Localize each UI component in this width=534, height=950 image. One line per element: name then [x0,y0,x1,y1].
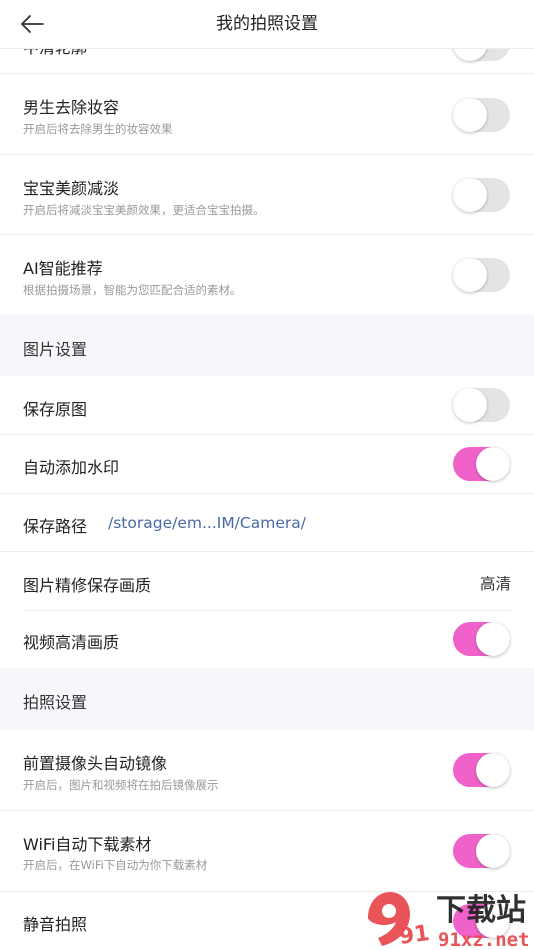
male-makeup-toggle[interactable] [453,98,510,132]
setting-title: 前置摄像头自动镜像 [23,754,168,773]
wifi-download-toggle[interactable] [453,834,510,868]
toggle-knob [453,178,487,212]
setting-title: 静音拍照 [23,915,88,934]
toggle-knob [476,447,510,481]
setting-subtitle: 根据拍摄场景，智能为您匹配合适的素材。 [23,283,242,297]
save-original-toggle[interactable] [453,388,510,422]
setting-title: WiFi自动下载素材 [23,835,152,854]
setting-title: 保存原图 [23,400,88,419]
setting-row-silent-photo[interactable]: 静音拍照 [0,892,534,950]
setting-row-ai-recommend[interactable]: AI智能推荐 根据拍摄场景，智能为您匹配合适的素材。 [0,235,534,315]
baby-beauty-toggle[interactable] [453,178,510,212]
setting-row-save-original[interactable]: 保存原图 [0,376,534,434]
setting-row-auto-watermark[interactable]: 自动添加水印 [0,435,534,493]
setting-row-save-path[interactable]: 保存路径 /storage/em...IM/Camera/ [0,494,534,551]
setting-title: AI智能推荐 [23,259,103,278]
retouch-quality-value[interactable]: 高清 [480,572,511,594]
setting-row-video-hd[interactable]: 视频高清画质 [0,611,534,668]
setting-row-wifi-download[interactable]: WiFi自动下载素材 开启后，在WiFi下自动为你下载素材 [0,811,534,891]
section-title: 图片设置 [23,340,88,359]
save-path-link[interactable]: /storage/em...IM/Camera/ [108,514,306,532]
setting-subtitle: 开启后，在WiFi下自动为你下载素材 [23,858,208,872]
toggle-knob [453,98,487,132]
toggle-knob [453,388,487,422]
silent-photo-toggle[interactable] [453,904,510,938]
toggle-knob [476,834,510,868]
section-header-photo: 拍照设置 [0,668,534,730]
toggle-knob [476,753,510,787]
auto-watermark-toggle[interactable] [453,447,510,481]
ai-recommend-toggle[interactable] [453,258,510,292]
setting-subtitle: 开启后将减淡宝宝美颜效果，更适合宝宝拍摄。 [23,203,265,217]
setting-subtitle: 开启后将去除男生的妆容效果 [23,122,173,136]
setting-title: 图片精修保存画质 [23,576,152,595]
video-hd-toggle[interactable] [453,622,510,656]
setting-title: 男生去除妆容 [23,98,120,117]
page-title: 我的拍照设置 [216,14,318,34]
setting-title: 保存路径 [23,517,88,536]
toggle-knob [476,622,510,656]
app-header: 我的拍照设置 [0,0,534,49]
toggle-knob [453,258,487,292]
setting-title: 视频高清画质 [23,633,120,652]
setting-row-retouch-quality[interactable]: 图片精修保存画质 高清 [0,552,534,610]
setting-title: 宝宝美颜减淡 [23,179,120,198]
toggle-knob [476,904,510,938]
section-header-image: 图片设置 [0,315,534,376]
front-mirror-toggle[interactable] [453,753,510,787]
setting-row-male-makeup[interactable]: 男生去除妆容 开启后将去除男生的妆容效果 [0,74,534,154]
setting-subtitle: 开启后，图片和视频将在拍后镜像展示 [23,778,219,792]
setting-title: 自动添加水印 [23,458,120,477]
setting-row-front-mirror[interactable]: 前置摄像头自动镜像 开启后，图片和视频将在拍后镜像展示 [0,730,534,810]
section-title: 拍照设置 [23,693,88,712]
setting-row-baby-beauty[interactable]: 宝宝美颜减淡 开启后将减淡宝宝美颜效果，更适合宝宝拍摄。 [0,155,534,234]
